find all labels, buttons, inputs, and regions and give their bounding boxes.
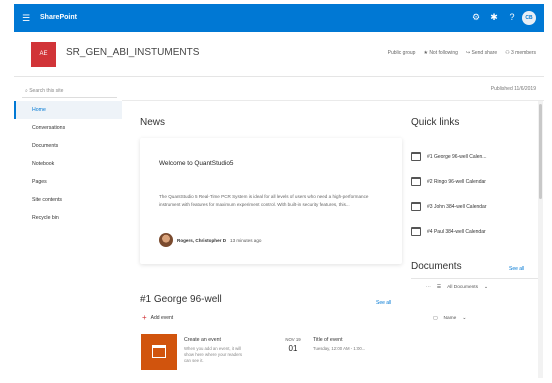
site-header: AE SR_GEN_ABI_INSTUMENTS Public group ★ …: [14, 32, 544, 77]
event-time: Tuesday, 12:00 AM - 1:00...: [313, 346, 366, 351]
add-event-label: Add event: [150, 315, 174, 321]
search-placeholder: Search this site: [29, 88, 64, 94]
nav-item-documents[interactable]: Documents: [14, 137, 122, 155]
event-title[interactable]: Title of event: [313, 337, 343, 343]
create-event-description: When you add an event, it will show here…: [184, 346, 243, 363]
chevron-down-icon: ⌄: [484, 285, 489, 290]
event-date: NOV 19 01: [282, 337, 304, 353]
divider: [122, 100, 544, 101]
documents-name-column[interactable]: ▢ Name ⌄: [433, 316, 466, 321]
nav-list: Home Conversations Documents Notebook Pa…: [14, 101, 122, 227]
nav-item-notebook[interactable]: Notebook: [14, 155, 122, 173]
news-section-title: News: [140, 117, 166, 128]
site-logo[interactable]: AE: [31, 42, 56, 67]
settings-icon[interactable]: ✱: [488, 12, 500, 23]
news-card[interactable]: Welcome to QuantStudio5 The QuantStudio …: [140, 138, 402, 264]
quick-link-label: #2 Ringo 96-well Calendar: [427, 178, 486, 185]
app-brand[interactable]: SharePoint: [40, 14, 77, 21]
view-name: All Documents: [447, 285, 479, 290]
nav-item-pages[interactable]: Pages: [14, 173, 122, 191]
quick-link-item[interactable]: #2 Ringo 96-well Calendar: [411, 169, 539, 194]
follow-button[interactable]: ★ Not following: [423, 50, 458, 56]
quick-links-title: Quick links: [411, 117, 460, 128]
nav-item-site-contents[interactable]: Site contents: [14, 191, 122, 209]
left-navigation: ⌕ Search this site Home Conversations Do…: [14, 77, 122, 378]
quick-link-item[interactable]: #4 Paul 384-well Calendar: [411, 219, 539, 244]
edge-fade: [544, 0, 552, 383]
sharepoint-window: ☰ SharePoint ⚙ ✱ ? CB AE SR_GEN_ABI_INST…: [14, 4, 544, 378]
quick-links-list: #1 George 96-well Calen... #2 Ringo 96-w…: [411, 144, 539, 244]
create-event-tile[interactable]: [141, 334, 177, 370]
events-section-title: #1 George 96-well: [140, 294, 222, 305]
add-event-button[interactable]: + Add event: [142, 313, 174, 322]
header-actions: Public group ★ Not following ↪ Send shar…: [388, 50, 536, 56]
chevron-down-icon: ⌄: [462, 316, 467, 321]
nav-item-home[interactable]: Home: [14, 101, 122, 119]
documents-title: Documents: [411, 261, 462, 272]
calendar-icon: [411, 202, 421, 211]
news-heading[interactable]: Welcome to QuantStudio5: [159, 160, 233, 167]
author-avatar: [159, 233, 173, 247]
events-see-all-link[interactable]: See all: [376, 300, 391, 306]
help-icon[interactable]: ?: [506, 12, 518, 23]
author-name[interactable]: Rogers, Christopher D: [177, 238, 226, 243]
share-button[interactable]: ↪ Send share: [466, 50, 497, 56]
calendar-icon: [152, 345, 166, 358]
filter-icon: ☰: [436, 285, 442, 290]
calendar-icon: [411, 177, 421, 186]
news-time: 13 minutes ago: [230, 237, 262, 243]
quick-link-label: #4 Paul 384-well Calendar: [427, 228, 486, 235]
divider: [411, 278, 539, 279]
members-button[interactable]: ⚇ 3 members: [505, 50, 536, 56]
site-search-input[interactable]: ⌕ Search this site: [22, 85, 117, 98]
news-byline: Rogers, Christopher D 13 minutes ago: [159, 233, 261, 247]
nav-item-conversations[interactable]: Conversations: [14, 119, 122, 137]
published-status: Published 11/6/2019: [490, 86, 536, 92]
user-avatar[interactable]: CB: [522, 11, 536, 25]
calendar-icon: [411, 227, 421, 236]
event-month: NOV 19: [285, 337, 301, 342]
waffle-icon[interactable]: ☰: [22, 13, 32, 23]
documents-see-all-link[interactable]: See all: [509, 266, 524, 272]
column-header-name: Name: [443, 316, 457, 321]
documents-view-selector[interactable]: ··· ☰ All Documents ⌄: [426, 285, 488, 290]
plus-icon: +: [142, 313, 147, 322]
nav-item-recycle-bin[interactable]: Recycle bin: [14, 209, 122, 227]
quick-link-item[interactable]: #3 John 384-well Calendar: [411, 194, 539, 219]
notifications-icon[interactable]: ⚙: [470, 12, 482, 23]
create-event-title[interactable]: Create an event: [184, 337, 221, 343]
calendar-icon: [411, 152, 421, 161]
suite-bar: ☰ SharePoint ⚙ ✱ ? CB: [14, 4, 544, 32]
news-summary: The QuantStudio 5 Real-Time PCR System i…: [159, 194, 369, 207]
more-icon: ···: [426, 285, 431, 290]
quick-link-label: #3 John 384-well Calendar: [427, 203, 487, 210]
site-title[interactable]: SR_GEN_ABI_INSTUMENTS: [66, 47, 199, 58]
file-icon: ▢: [433, 316, 438, 321]
group-privacy-label: Public group: [387, 50, 416, 56]
scrollbar-thumb[interactable]: [539, 104, 542, 199]
quick-link-label: #1 George 96-well Calen...: [427, 153, 487, 160]
quick-link-item[interactable]: #1 George 96-well Calen...: [411, 144, 539, 169]
event-day: 01: [288, 344, 298, 353]
